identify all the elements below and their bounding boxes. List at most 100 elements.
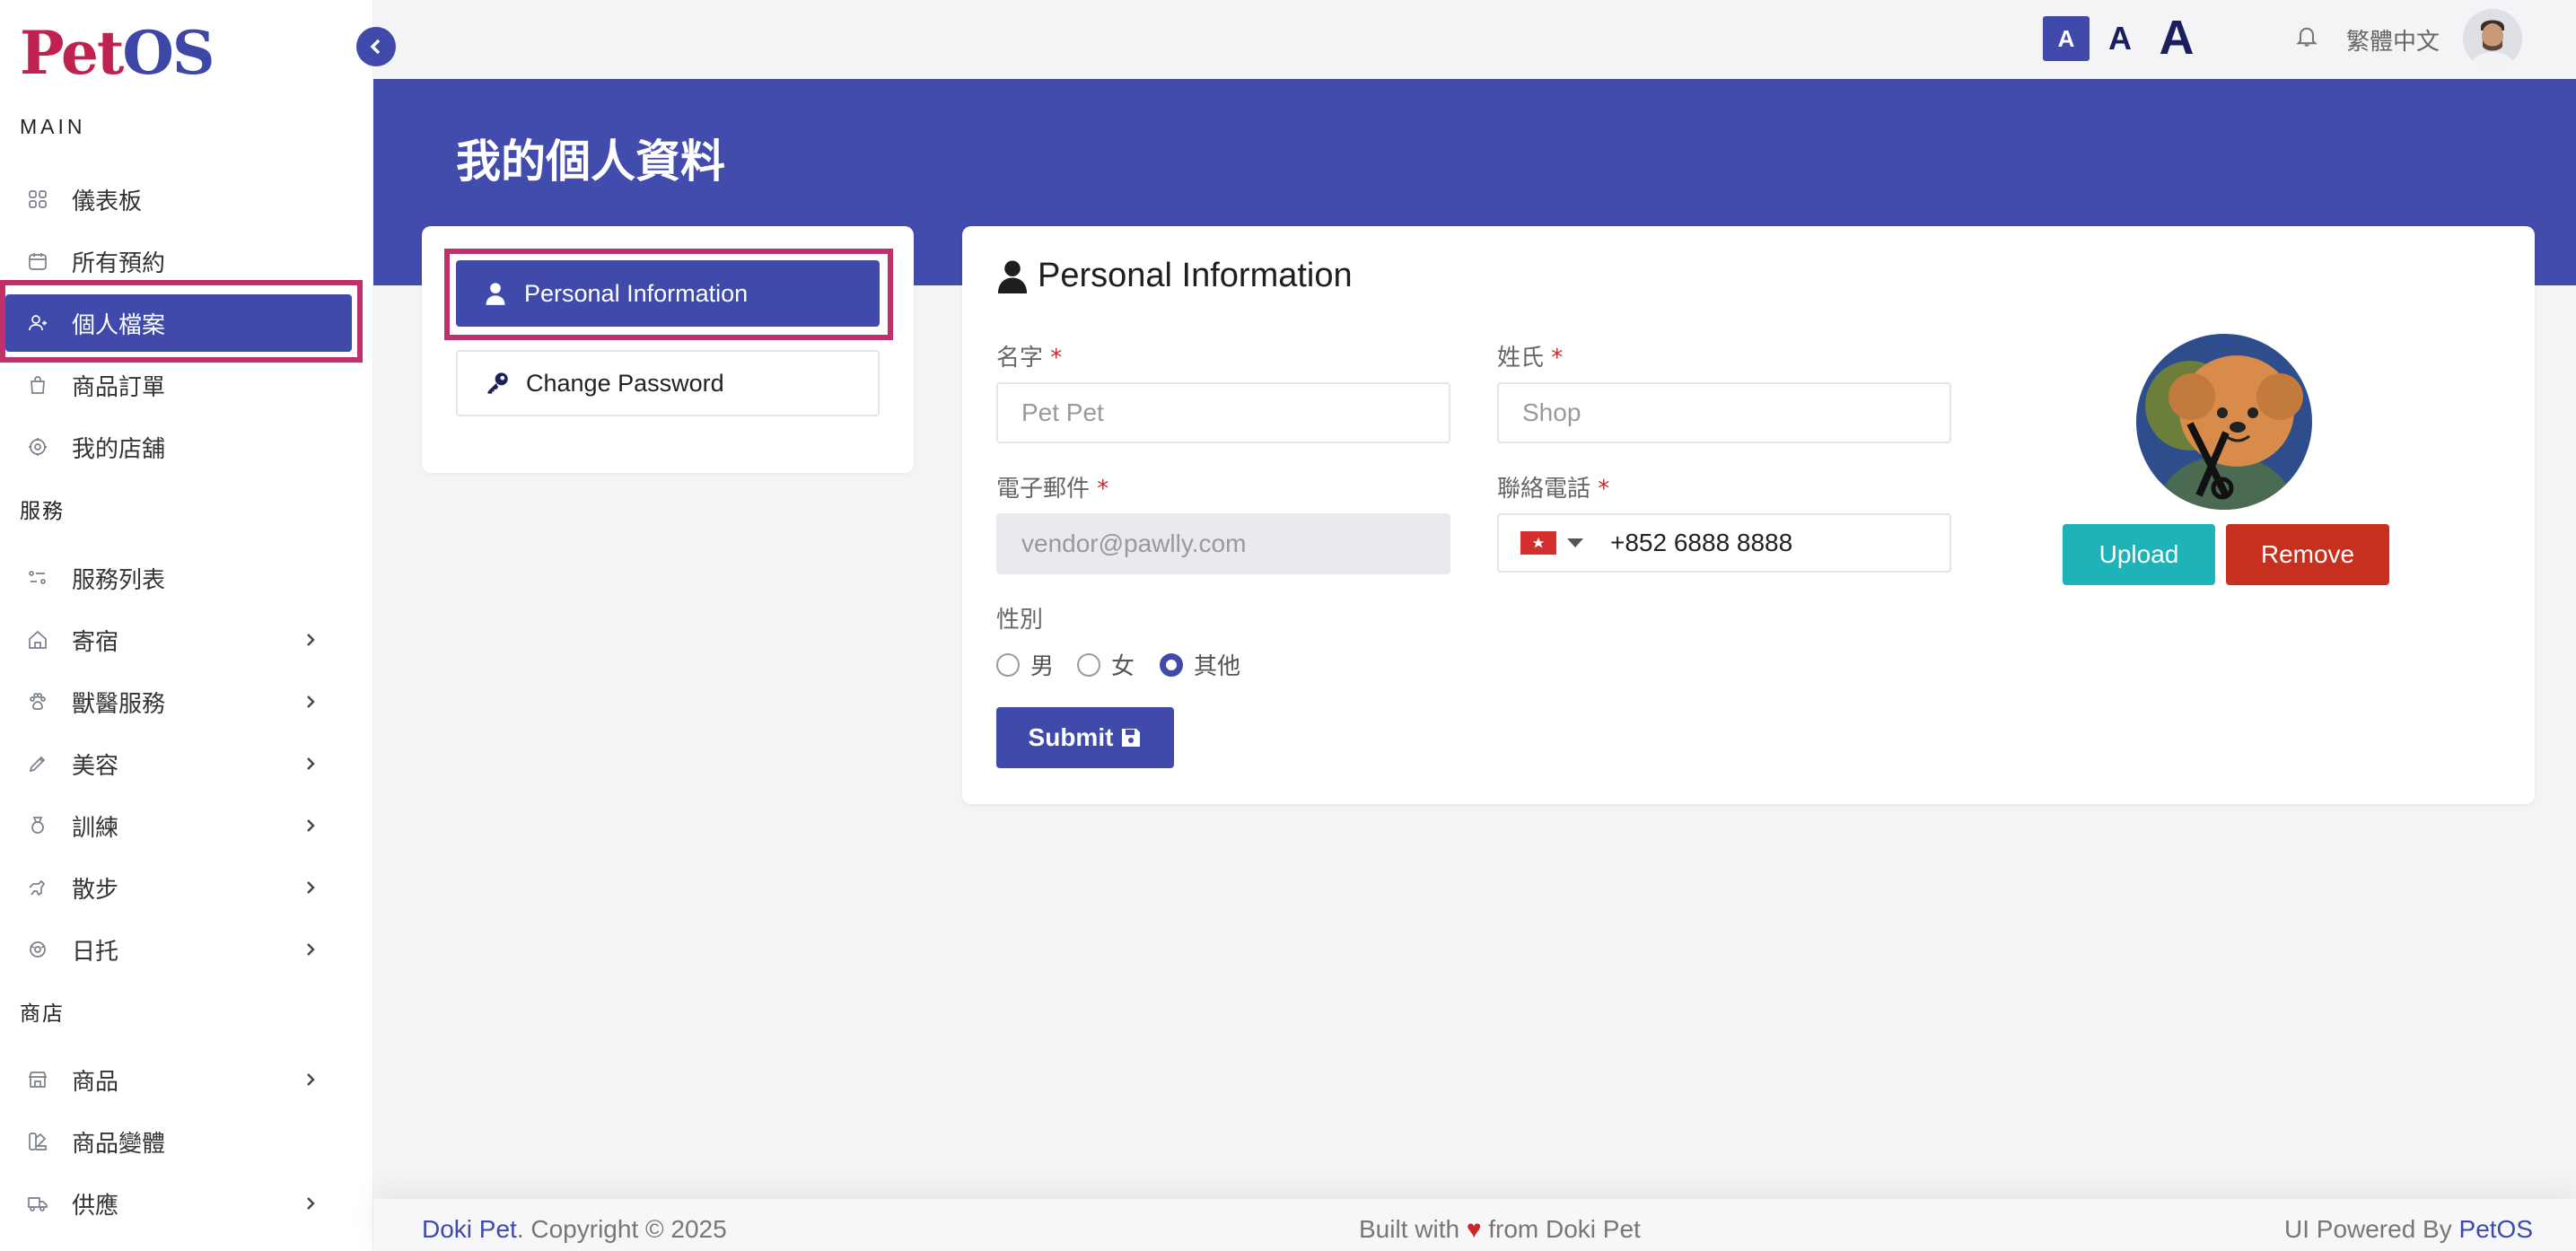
sidebar-item-my-store[interactable]: 我的店舖 [0,418,373,476]
collapse-sidebar-button[interactable] [356,27,396,66]
sidebar-item-products[interactable]: 商品 [0,1051,373,1108]
medal-icon [25,813,50,838]
highlight-personal-tab [444,249,893,340]
first-name-label: 名字 * [996,345,1063,372]
footer: Doki Pet. Copyright © 2025 Built with ♥ … [373,1199,2576,1251]
phone-input[interactable]: +852 6888 8888 [1497,513,1951,573]
variant-icon [25,1129,50,1154]
sidebar-item-label: 日托 [72,938,119,966]
chevron-right-icon [302,693,320,711]
petos-logo[interactable]: PetOS [20,18,215,88]
user-icon [997,259,1028,293]
font-size-medium-button[interactable]: A [2100,16,2140,61]
shop-icon [25,1067,50,1092]
radio-other[interactable] [1160,652,1183,677]
sidebar-item-product-variants[interactable]: 商品變體 [0,1113,373,1170]
chevron-right-icon [302,755,320,773]
sidebar-item-label: 寄宿 [72,628,119,656]
chevron-right-icon [302,940,320,958]
email-label: 電子郵件 * [996,476,1109,503]
sidebar-item-product-orders[interactable]: 商品訂單 [0,356,373,414]
font-size-small-button[interactable]: A [2043,16,2090,61]
radio-male[interactable] [996,652,1020,677]
chevron-right-icon [302,817,320,835]
sidebar-item-label: 儀表板 [72,188,143,215]
remove-button[interactable]: Remove [2226,524,2389,585]
user-avatar[interactable] [2463,9,2522,68]
heart-icon: ♥ [1466,1215,1482,1243]
sidebar-item-walking[interactable]: 散步 [0,859,373,916]
gender-option-male[interactable]: 男 [996,648,1054,681]
tab-label: Change Password [526,369,724,397]
paw-icon [25,689,50,714]
footer-powered-by: UI Powered By PetOS [2283,1215,2533,1243]
country-dropdown-caret-icon[interactable] [1567,538,1583,547]
footer-petos-link[interactable]: PetOS [2459,1215,2533,1243]
sidebar-item-label: 商品變體 [72,1130,166,1158]
sidebar-item-label: 商品訂單 [72,373,166,401]
page-title: 我的個人資料 [456,136,725,188]
sidebar-item-label: 美容 [72,752,119,780]
sidebar-item-supply[interactable]: 供應 [0,1175,373,1232]
sidebar-item-label: 我的店舖 [72,435,166,463]
phone-label: 聯絡電話 * [1497,476,1610,503]
list-icon [25,565,50,591]
sidebar-item-service-list[interactable]: 服務列表 [0,549,373,607]
gender-option-other[interactable]: 其他 [1160,648,1240,681]
store-icon [25,434,50,459]
sidebar-item-training[interactable]: 訓練 [0,797,373,854]
card-title-text: Personal Information [1038,257,1353,294]
key-icon [487,372,508,394]
brush-icon [25,751,50,776]
sidebar-item-label: 散步 [72,876,119,904]
walk-icon [25,875,50,900]
sidebar-item-label: 供應 [72,1192,119,1220]
gender-option-female[interactable]: 女 [1077,648,1135,681]
card-title: Personal Information [996,257,1353,295]
font-size-large-button[interactable]: A [2151,9,2203,66]
radio-female[interactable] [1077,652,1100,677]
submit-button[interactable]: Submit [996,707,1174,768]
footer-built-with: Built with ♥ from Doki Pet [1359,1215,1641,1243]
truck-icon [25,1191,50,1216]
home-icon [25,627,50,652]
first-name-input[interactable]: Pet Pet [996,382,1450,443]
sidebar-item-daycare[interactable]: 日托 [0,921,373,978]
upload-button[interactable]: Upload [2063,524,2215,585]
last-name-input[interactable]: Shop [1497,382,1951,443]
footer-brand-link[interactable]: Doki Pet [422,1215,517,1243]
sidebar-item-dashboard[interactable]: 儀表板 [0,171,373,228]
calendar-icon [25,249,50,274]
sidebar-item-label: 服務列表 [72,566,166,594]
section-services: 服務 [20,499,65,522]
sidebar-item-label: 商品 [72,1068,119,1096]
sidebar-item-grooming[interactable]: 美容 [0,735,373,792]
phone-value: +852 6888 8888 [1610,529,1793,556]
chevron-left-icon [370,39,381,55]
language-selector[interactable]: 繁體中文 [2346,23,2440,57]
tab-change-password[interactable]: Change Password [456,350,880,416]
sidebar-item-label: 所有預約 [72,249,166,277]
highlight-sidebar-profile [0,280,363,363]
sidebar-item-boarding[interactable]: 寄宿 [0,611,373,669]
sidebar: PetOS MAIN 儀表板 所有預約 個人檔案 商品訂單 我的店舖 服務 服務… [0,0,373,1251]
sidebar-item-label: 訓練 [72,814,119,842]
last-name-label: 姓氏 * [1497,345,1564,372]
footer-copyright: Doki Pet. Copyright © 2025 [422,1215,727,1243]
sidebar-item-vet[interactable]: 獸醫服務 [0,673,373,730]
chevron-right-icon [302,1071,320,1089]
bell-icon[interactable] [2294,23,2321,50]
gender-label: 性別 [996,607,1044,634]
hong-kong-flag-icon[interactable] [1520,531,1556,555]
chevron-right-icon [302,1194,320,1212]
section-shop: 商店 [20,1002,65,1025]
save-icon [1122,729,1141,747]
section-main: MAIN [20,115,86,138]
chevron-right-icon [302,879,320,897]
sidebar-item-label: 獸醫服務 [72,690,166,718]
dashboard-icon [25,187,50,212]
chevron-right-icon [302,631,320,649]
daycare-icon [25,937,50,962]
bag-icon [25,372,50,398]
profile-avatar-image [2136,334,2312,510]
